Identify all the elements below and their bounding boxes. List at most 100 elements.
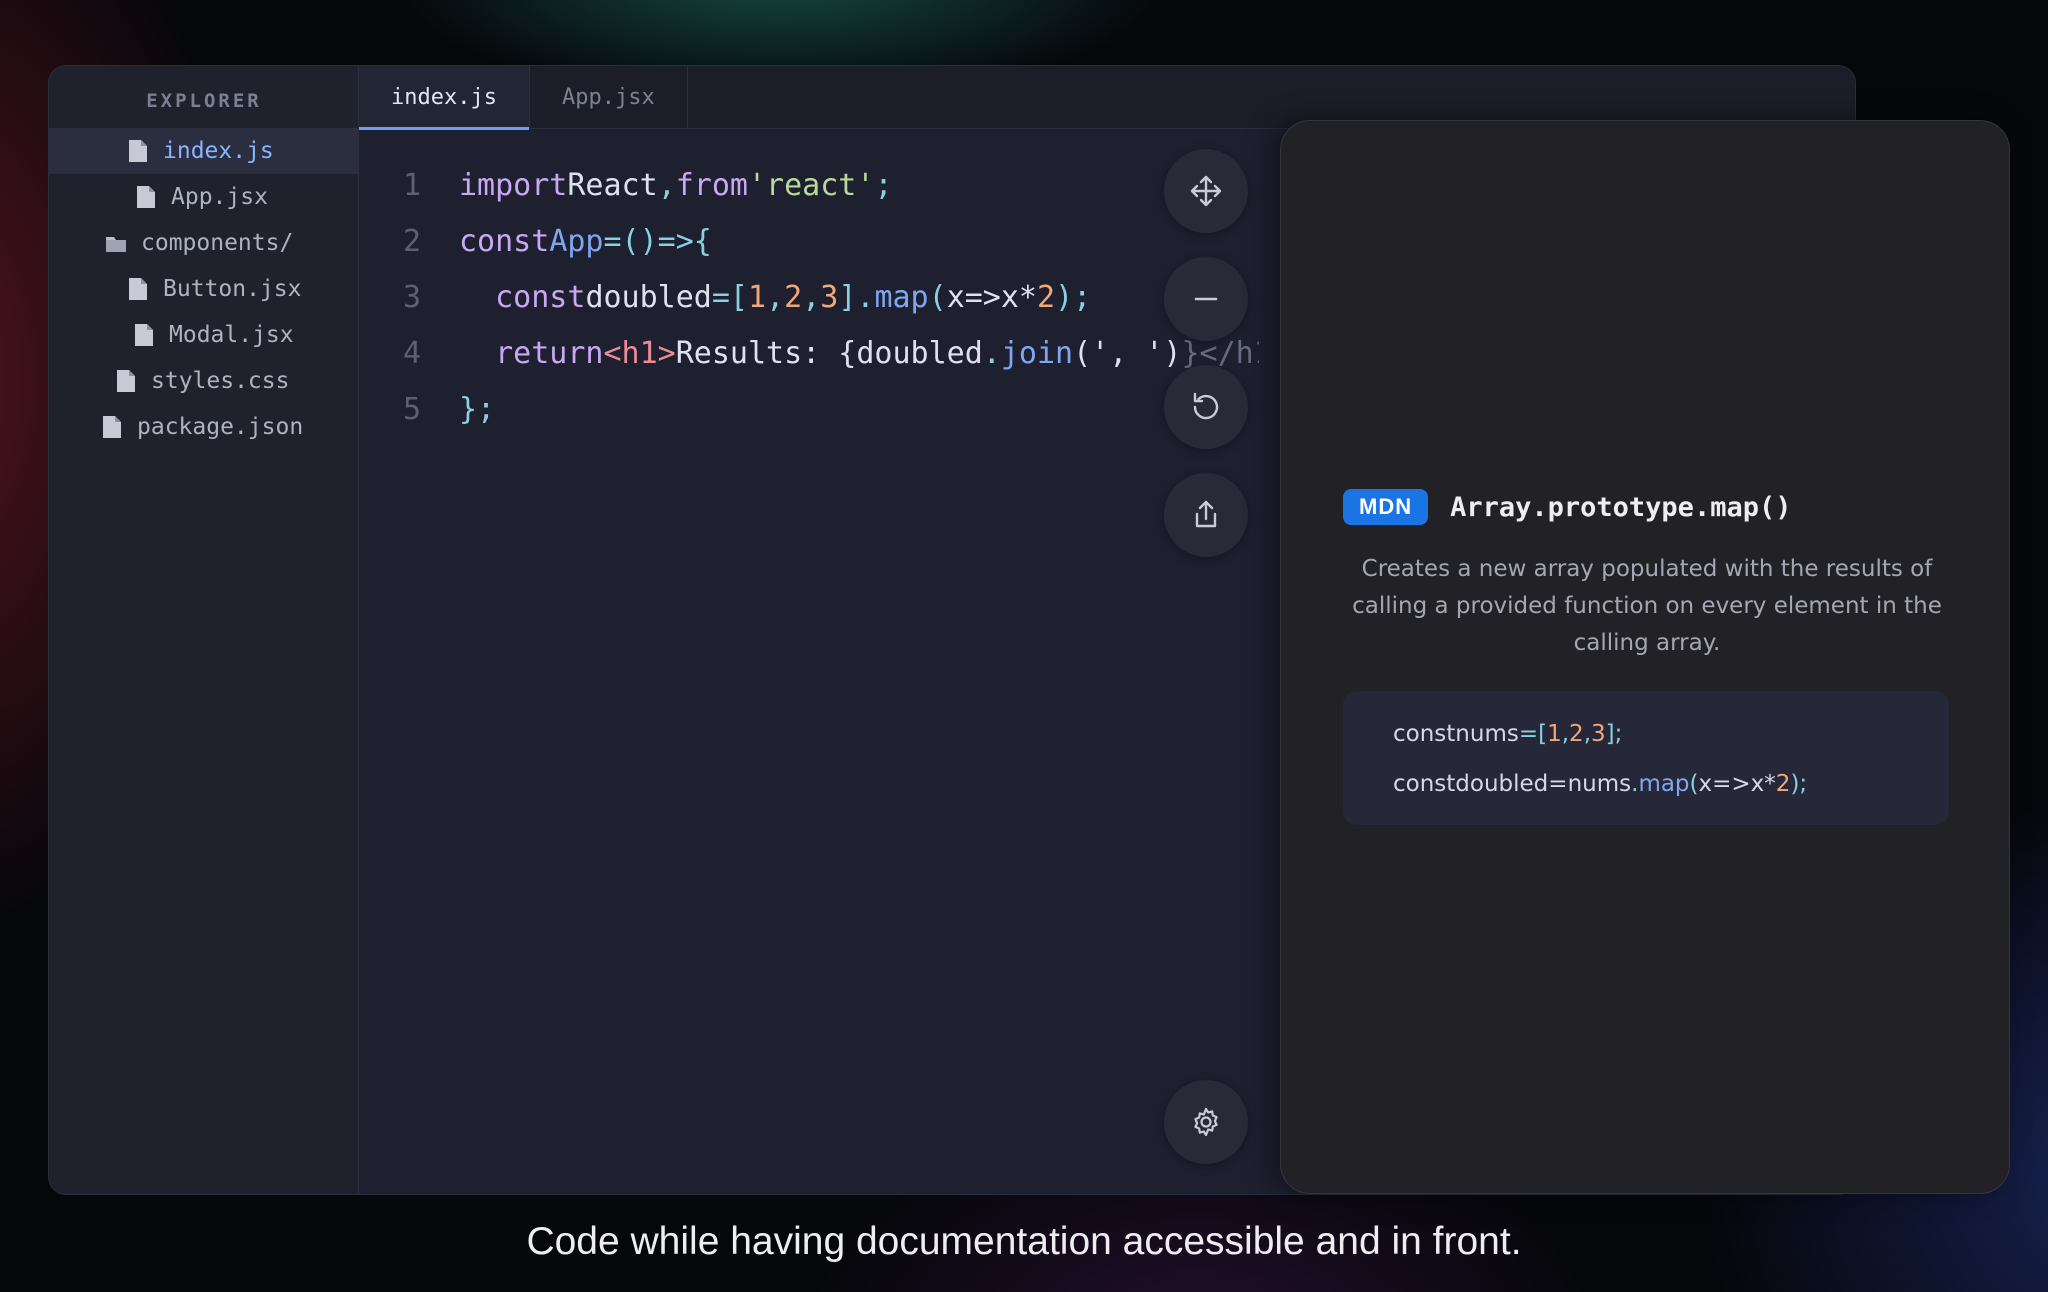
code-token: 2 [1037, 279, 1056, 315]
code-token: const [459, 223, 550, 259]
code-token: . [982, 335, 1001, 371]
code-token: }; [459, 391, 496, 427]
code-token: 2 [1775, 771, 1791, 797]
move-button[interactable] [1164, 149, 1248, 233]
mdn-badge: MDN [1343, 489, 1429, 525]
code-token: import [459, 167, 568, 203]
code-token: x=>x* [1698, 771, 1776, 797]
code-token: = [1548, 771, 1568, 797]
tab-index-js[interactable]: index.js [359, 66, 530, 130]
code-token: 'react' [748, 167, 875, 203]
tree-item-styles-css[interactable]: styles.css [49, 358, 359, 404]
code-token: , [657, 167, 676, 203]
code-token: , [802, 279, 821, 315]
share-icon [1195, 500, 1217, 528]
code-token: ); [1055, 279, 1092, 315]
example-line: constnums=[1,2,3]; [1393, 721, 1622, 747]
line-number: 3 [402, 279, 421, 315]
code-token: doubled [1455, 771, 1549, 797]
code-token: 3 [820, 279, 839, 315]
doc-title: Array.prototype.map() [1450, 491, 1792, 523]
tree-item-button-jsx[interactable]: Button.jsx [49, 266, 359, 312]
tree-item-components-folder[interactable]: components/ [49, 220, 359, 266]
move-icon [1190, 175, 1222, 207]
code-token: }</h1> [1181, 335, 1259, 371]
tree-item-package-json[interactable]: package.json [49, 404, 359, 450]
line-number: 5 [402, 391, 421, 427]
code-token: , [1583, 721, 1591, 747]
code-area[interactable]: 1 import React, from'react'; 2 const App =()… [359, 157, 1259, 437]
zoom-out-button[interactable] [1164, 257, 1248, 341]
file-explorer: EXPLORER index.js App.jsx components/ Bu… [49, 66, 359, 1194]
tree-item-app-jsx[interactable]: App.jsx [49, 174, 359, 220]
code-token: , [1561, 721, 1570, 747]
rotate-ccw-icon [1193, 392, 1219, 420]
code-line: 1 import React, from'react'; [359, 157, 1259, 213]
doc-header: MDN Array.prototype.map() [1343, 489, 1791, 525]
documentation-panel: MDN Array.prototype.map() Creates a new … [1280, 120, 2010, 1194]
code-line: 2 const App =()=>{ [359, 213, 1259, 269]
tree-item-label: index.js [163, 138, 274, 164]
folder-icon [106, 237, 126, 252]
code-token: const [495, 279, 586, 315]
example-line: constdoubled=nums.map(x=>x*2); [1393, 771, 1807, 797]
code-token: nums [1455, 721, 1519, 747]
code-token: <h1> [603, 335, 676, 371]
file-icon [103, 416, 121, 438]
file-icon [129, 278, 147, 300]
code-token: App [549, 223, 604, 259]
minus-icon [1194, 297, 1218, 301]
code-token: , [766, 279, 785, 315]
line-number: 1 [402, 167, 421, 203]
line-number: 4 [402, 335, 421, 371]
settings-button[interactable] [1164, 1080, 1248, 1164]
file-icon [129, 140, 147, 162]
code-token: ]; [1605, 721, 1623, 747]
tab-app-jsx[interactable]: App.jsx [530, 66, 688, 129]
file-icon [137, 186, 155, 208]
code-token: 2 [1569, 721, 1584, 747]
code-token: ; [874, 167, 893, 203]
code-token: ]. [838, 279, 875, 315]
code-token: Results: {doubled [675, 335, 983, 371]
line-number: 2 [402, 223, 421, 259]
tree-item-label: App.jsx [171, 184, 268, 210]
code-token: return [495, 335, 604, 371]
code-token: const [1393, 721, 1456, 747]
tree-item-label: components/ [141, 230, 294, 256]
code-line: 3 const doubled =[1, 2, 3]. map(x=>x* 2); [359, 269, 1259, 325]
file-tree: index.js App.jsx components/ Button.jsx … [49, 128, 359, 450]
share-button[interactable] [1164, 473, 1248, 557]
code-token: 2 [784, 279, 803, 315]
gear-icon [1194, 1107, 1218, 1137]
tree-item-index-js[interactable]: index.js [49, 128, 359, 174]
tree-item-label: Modal.jsx [169, 322, 294, 348]
explorer-title: EXPLORER [146, 90, 262, 112]
code-token: ( [1689, 771, 1699, 797]
code-token: React [567, 167, 658, 203]
code-token: (', ') [1073, 335, 1182, 371]
code-token: 1 [1547, 721, 1562, 747]
tree-item-label: styles.css [151, 368, 290, 394]
doc-code-example: constnums=[1,2,3]; constdoubled=nums.map… [1343, 691, 1949, 825]
code-token: map [1638, 771, 1690, 797]
code-token: x=>x* [946, 279, 1037, 315]
tree-item-modal-jsx[interactable]: Modal.jsx [49, 312, 359, 358]
code-token: doubled [585, 279, 712, 315]
reset-button[interactable] [1164, 365, 1248, 449]
code-line: 4 return <h1> Results: {doubled. join (', ')… [359, 325, 1259, 381]
code-token: join [1000, 335, 1074, 371]
tree-item-label: package.json [137, 414, 304, 440]
code-token: =()=>{ [603, 223, 712, 259]
code-token: const [1393, 771, 1456, 797]
code-token: map [874, 279, 929, 315]
code-token: =[ [711, 279, 748, 315]
code-token: =[ [1518, 721, 1548, 747]
file-icon [135, 324, 153, 346]
code-token: 1 [748, 279, 767, 315]
code-token: from [675, 167, 748, 203]
code-token: 3 [1591, 721, 1606, 747]
caption: Code while having documentation accessib… [526, 1220, 1522, 1263]
